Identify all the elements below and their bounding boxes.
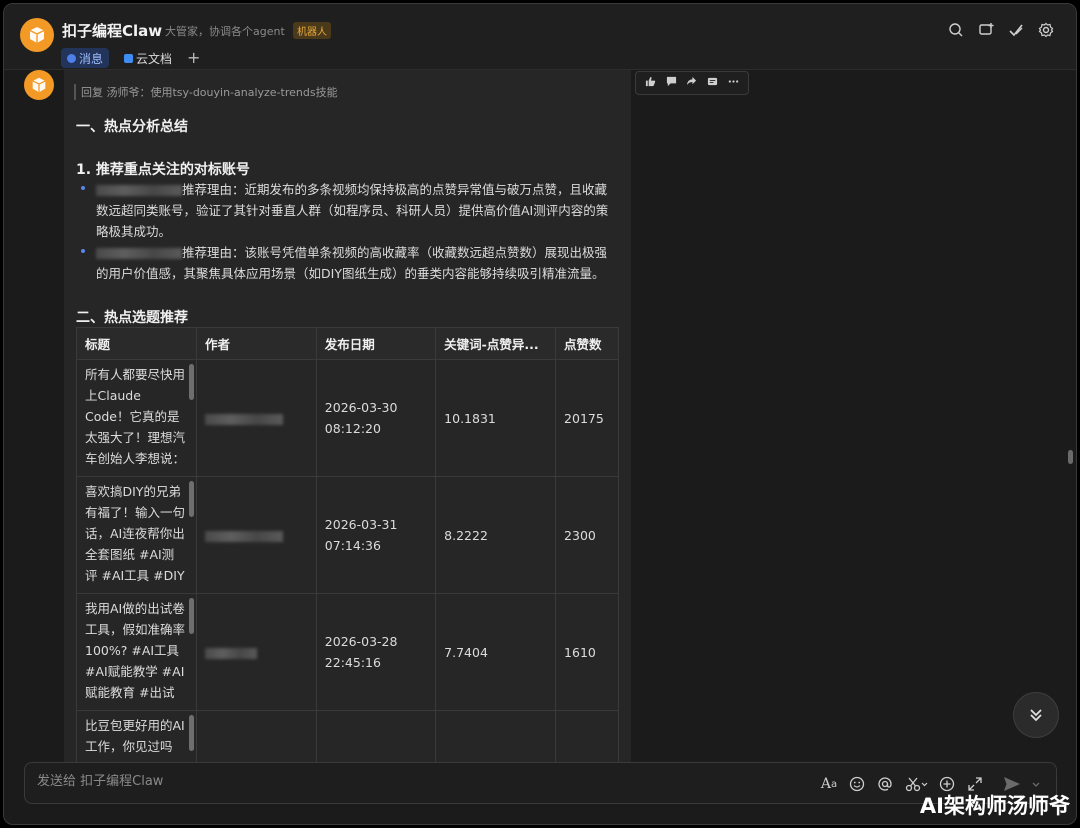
message-composer: Aa [24, 762, 1057, 804]
message-input[interactable] [37, 774, 637, 789]
likes-cell [555, 710, 619, 764]
column-header[interactable]: 关键词-点赞异... [435, 327, 557, 360]
tab-label: 云文档 [136, 51, 173, 66]
blurred-account-name [96, 185, 182, 196]
copy-icon[interactable] [705, 76, 721, 90]
date-cell: 2026-03-28 22:45:16 [315, 593, 437, 711]
watermark: AI架构师汤师爷 [919, 794, 1070, 818]
likes-cell: 20175 [555, 359, 619, 477]
likes-cell: 2300 [555, 476, 619, 594]
message-action-bar [635, 71, 749, 95]
box-icon [29, 27, 45, 43]
page-title: 扣子编程Claw [62, 22, 163, 40]
tab-docs[interactable]: 云文档 [118, 48, 178, 68]
author-cell [195, 359, 317, 477]
blurred-author [204, 413, 283, 425]
table-header-row: 标题 作者 发布日期 关键词-点赞异... 点赞数 [76, 327, 619, 360]
message-avatar[interactable] [24, 70, 54, 100]
title-cell[interactable]: 所有人都要尽快用上Claude Code！它真的是太强大了！理想汽车创始人李想说… [76, 359, 197, 477]
doc-icon [124, 53, 133, 63]
subsection-heading: 1. 推荐重点关注的对标账号 [76, 162, 250, 178]
table-row[interactable]: 所有人都要尽快用上Claude Code！它真的是太强大了！理想汽车创始人李想说… [76, 359, 619, 477]
table-row[interactable]: 比豆包更好用的AI工作，你见过吗 2026-03-31 [76, 710, 619, 764]
score-cell [435, 710, 557, 764]
title-cell[interactable]: 比豆包更好用的AI工作，你见过吗 [76, 710, 197, 764]
text-format-icon[interactable]: Aa [819, 774, 839, 794]
add-group-icon[interactable] [977, 21, 995, 39]
author-cell [195, 476, 317, 594]
double-chevron-down-icon [1030, 709, 1042, 722]
gear-icon[interactable] [1037, 21, 1055, 39]
column-header[interactable]: 作者 [195, 327, 317, 360]
section-heading: 二、热点选题推荐 [76, 310, 188, 326]
main-scrollbar[interactable] [1068, 450, 1073, 464]
title-cell[interactable]: 我用AI做的出试卷工具，假如准确率100%? #AI工具 #AI赋能教学 #AI… [76, 593, 197, 711]
tab-messages[interactable]: 消息 [61, 48, 110, 68]
column-header[interactable]: 发布日期 [315, 327, 437, 360]
reply-quote[interactable]: 回复 汤师爷：使用tsy-douyin-analyze-trends技能 [74, 84, 338, 100]
scroll-to-bottom-button[interactable] [1013, 692, 1059, 738]
check-icon[interactable] [1007, 21, 1025, 39]
chat-bubble-icon [67, 53, 76, 63]
thumbs-up-icon[interactable] [642, 76, 658, 90]
column-header[interactable]: 点赞数 [555, 327, 619, 360]
cell-scrollbar[interactable] [188, 715, 194, 751]
date-cell: 2026-03-31 [315, 710, 437, 764]
chat-header: 扣子编程Claw 大管家，协调各个agent 机器人 消息 云文档 + [4, 4, 1076, 70]
likes-cell: 1610 [555, 593, 619, 711]
cell-scrollbar[interactable] [188, 364, 194, 400]
blurred-author [204, 647, 257, 659]
message-card: 回复 汤师爷：使用tsy-douyin-analyze-trends技能 一、热… [64, 70, 631, 764]
tab-label: 消息 [79, 51, 104, 66]
add-tab-button[interactable]: + [187, 48, 200, 67]
bot-badge: 机器人 [293, 22, 331, 39]
comment-icon[interactable] [663, 76, 679, 90]
more-icon[interactable] [726, 76, 742, 90]
emoji-icon[interactable] [847, 774, 867, 794]
bullet-dot [81, 186, 85, 190]
trending-topics-table: 标题 作者 发布日期 关键词-点赞异... 点赞数 所有人都要尽快用上Claud… [76, 327, 619, 764]
cell-scrollbar[interactable] [188, 481, 194, 517]
author-cell [195, 593, 317, 711]
table-row[interactable]: 我用AI做的出试卷工具，假如准确率100%? #AI工具 #AI赋能教学 #AI… [76, 593, 619, 711]
bullet-item: 推荐理由：该账号凭借单条视频的高收藏率（收藏数远超点赞数）展现出极强的用户价值感… [96, 245, 608, 281]
cell-scrollbar[interactable] [188, 598, 194, 634]
column-header[interactable]: 标题 [76, 327, 197, 360]
blurred-author [204, 530, 283, 542]
search-user-icon[interactable] [947, 21, 965, 39]
box-icon [32, 77, 46, 93]
forward-icon[interactable] [684, 76, 700, 90]
score-cell: 10.1831 [435, 359, 557, 477]
section-heading: 一、热点分析总结 [76, 119, 188, 135]
score-cell: 7.7404 [435, 593, 557, 711]
bullet-dot [81, 249, 85, 253]
bullet-item: 推荐理由：近期发布的多条视频均保持极高的点赞异常值与破万点赞，且收藏数远超同类账… [96, 182, 609, 239]
date-cell: 2026-03-31 07:14:36 [315, 476, 437, 594]
bot-avatar[interactable] [20, 18, 54, 52]
page-subtitle: 大管家，协调各个agent [165, 25, 285, 38]
score-cell: 8.2222 [435, 476, 557, 594]
blurred-account-name [96, 248, 182, 259]
title-cell[interactable]: 喜欢搞DIY的兄弟有福了！输入一句话，AI连夜帮你出全套图纸 #AI测评 #AI… [76, 476, 197, 594]
author-cell [195, 710, 317, 764]
app-window: 扣子编程Claw 大管家，协调各个agent 机器人 消息 云文档 + 回复 汤… [3, 3, 1077, 825]
table-row[interactable]: 喜欢搞DIY的兄弟有福了！输入一句话，AI连夜帮你出全套图纸 #AI测评 #AI… [76, 476, 619, 594]
date-cell: 2026-03-30 08:12:20 [315, 359, 437, 477]
mention-icon[interactable] [875, 774, 895, 794]
